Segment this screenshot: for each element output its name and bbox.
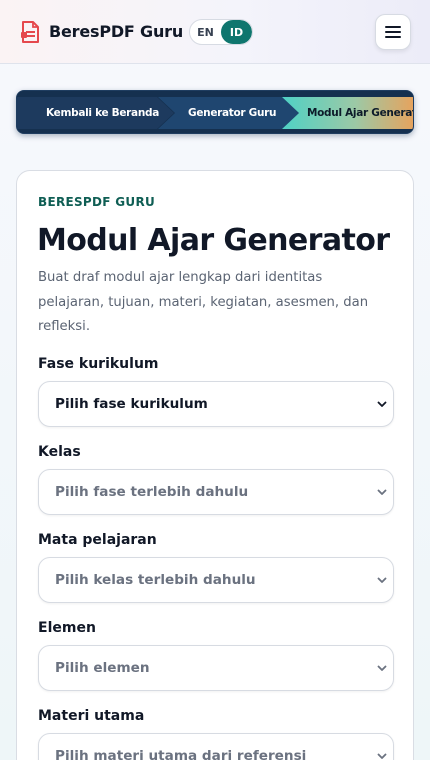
select-value: Pilih fase terlebih dahulu	[55, 484, 249, 500]
generator-form-card: BERESPDF GURU Modul Ajar Generator Buat …	[16, 170, 414, 760]
language-option-en[interactable]: EN	[190, 20, 221, 44]
eyebrow-label: BERESPDF GURU	[38, 195, 156, 209]
select-kelas[interactable]: Pilih fase terlebih dahulu	[38, 469, 394, 515]
app-header: BeresPDF Guru EN ID	[0, 0, 430, 64]
language-toggle[interactable]: EN ID	[189, 19, 253, 45]
select-elemen[interactable]: Pilih elemen	[38, 645, 394, 691]
hamburger-menu-icon	[385, 26, 401, 38]
field-label-elemen: Elemen	[38, 620, 96, 636]
breadcrumb-item-current: Modul Ajar Generator	[307, 107, 413, 119]
select-value: Pilih kelas terlebih dahulu	[55, 572, 256, 588]
brand-name[interactable]: BeresPDF Guru	[49, 22, 183, 41]
select-value: Pilih fase kurikulum	[55, 396, 208, 412]
select-value: Pilih elemen	[55, 660, 150, 676]
chevron-down-icon	[377, 665, 387, 671]
chevron-down-icon	[377, 753, 387, 759]
breadcrumb: Kembali ke Beranda Generator Guru Modul …	[16, 90, 414, 134]
chevron-down-icon	[377, 577, 387, 583]
field-label-mata-pelajaran: Mata pelajaran	[38, 532, 157, 548]
chevron-down-icon	[377, 489, 387, 495]
select-materi-utama[interactable]: Pilih materi utama dari referensi	[38, 733, 394, 760]
select-fase-kurikulum[interactable]: Pilih fase kurikulum	[38, 381, 394, 427]
select-value: Pilih materi utama dari referensi	[55, 748, 307, 760]
chevron-down-icon	[377, 401, 387, 407]
field-label-kelas: Kelas	[38, 444, 81, 460]
breadcrumb-item-home[interactable]: Kembali ke Beranda	[46, 91, 159, 133]
page-description: Buat draf modul ajar lengkap dari identi…	[38, 270, 369, 334]
pdf-document-icon[interactable]	[20, 21, 40, 43]
select-mata-pelajaran[interactable]: Pilih kelas terlebih dahulu	[38, 557, 394, 603]
field-label-fase: Fase kurikulum	[38, 356, 159, 372]
menu-button[interactable]	[375, 14, 411, 50]
language-option-id[interactable]: ID	[221, 20, 252, 44]
breadcrumb-item-generator-guru[interactable]: Generator Guru	[188, 91, 277, 133]
field-label-materi-utama: Materi utama	[38, 708, 145, 724]
page-title: Modul Ajar Generator	[37, 223, 390, 258]
